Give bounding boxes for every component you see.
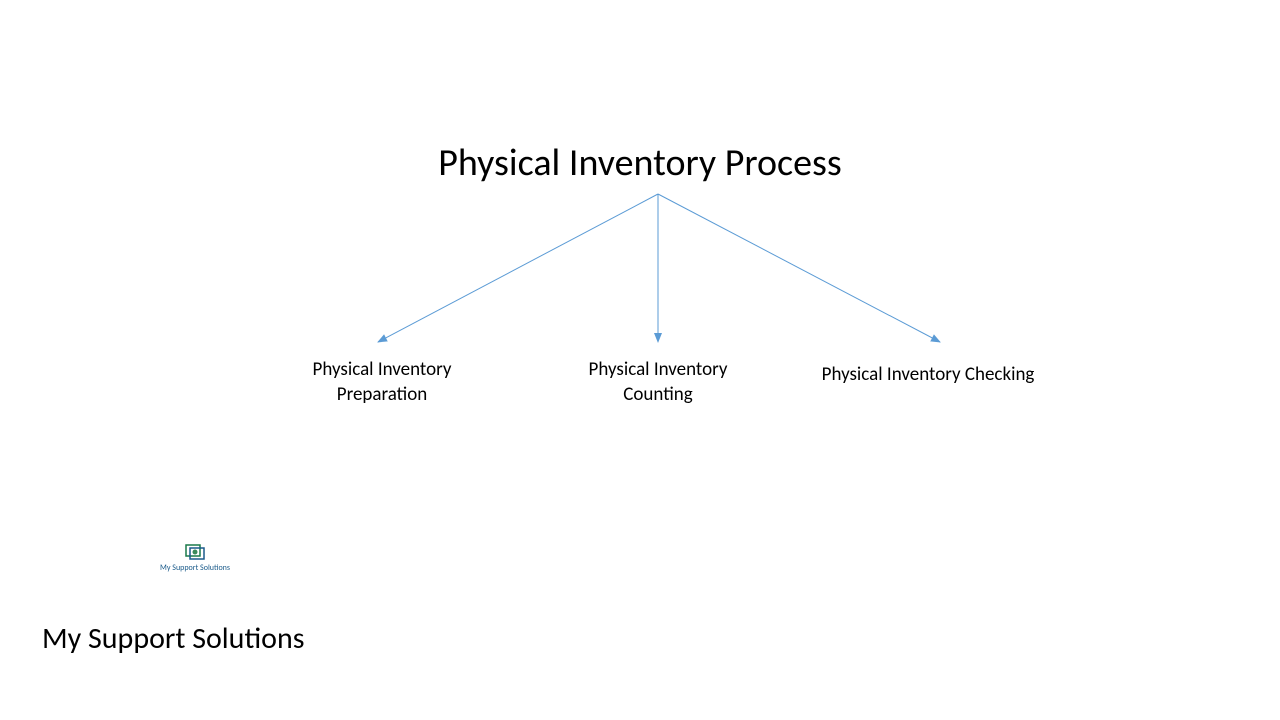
node-checking: Physical Inventory Checking: [798, 363, 1058, 388]
diagram-title: Physical Inventory Process: [438, 140, 841, 186]
logo-icon: [183, 543, 207, 561]
connector-left: [378, 194, 658, 342]
connector-right: [658, 194, 940, 342]
node-counting: Physical Inventory Counting: [558, 358, 758, 407]
logo-label: My Support Solutions: [160, 563, 230, 573]
logo: My Support Solutions: [160, 543, 230, 573]
node-preparation: Physical Inventory Preparation: [282, 358, 482, 407]
footer-text: My Support Solutions: [42, 620, 304, 657]
